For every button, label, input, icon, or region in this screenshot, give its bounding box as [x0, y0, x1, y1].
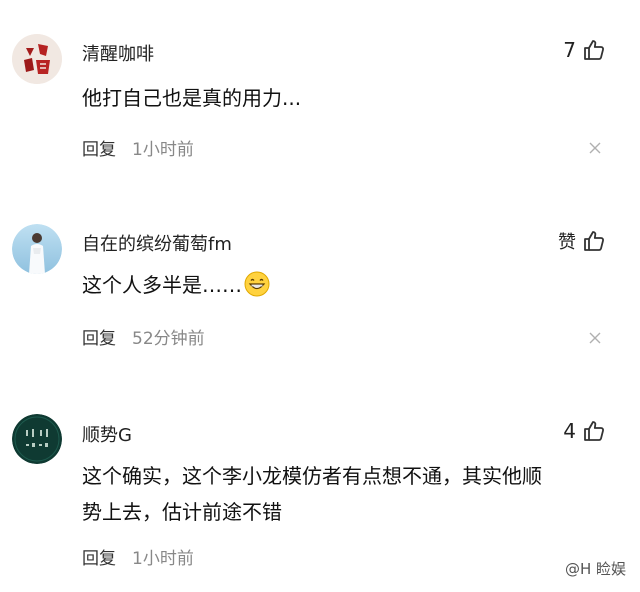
- watermark-text: @H 睑娱: [564, 560, 626, 578]
- like-button[interactable]: 4: [563, 419, 606, 443]
- like-count: 4: [563, 419, 576, 443]
- avatar[interactable]: [12, 414, 62, 464]
- comment-item: 顺势G 4 这个确实，这个李小龙模仿者有点想不通，其实他顺 势上去，估计前途不错…: [0, 0, 640, 592]
- comment-meta: 回复 1小时前: [82, 544, 194, 569]
- username[interactable]: 顺势G: [82, 421, 132, 447]
- reply-button[interactable]: 回复: [82, 544, 116, 569]
- comment-text-line: 势上去，估计前途不错: [82, 500, 282, 524]
- thumbs-up-icon: [584, 421, 604, 441]
- timestamp: 1小时前: [132, 549, 194, 569]
- watermark: @H 睑娱: [565, 558, 626, 579]
- comment-text: 这个确实，这个李小龙模仿者有点想不通，其实他顺 势上去，估计前途不错: [82, 458, 602, 530]
- comment-text-line: 这个确实，这个李小龙模仿者有点想不通，其实他顺: [82, 464, 542, 488]
